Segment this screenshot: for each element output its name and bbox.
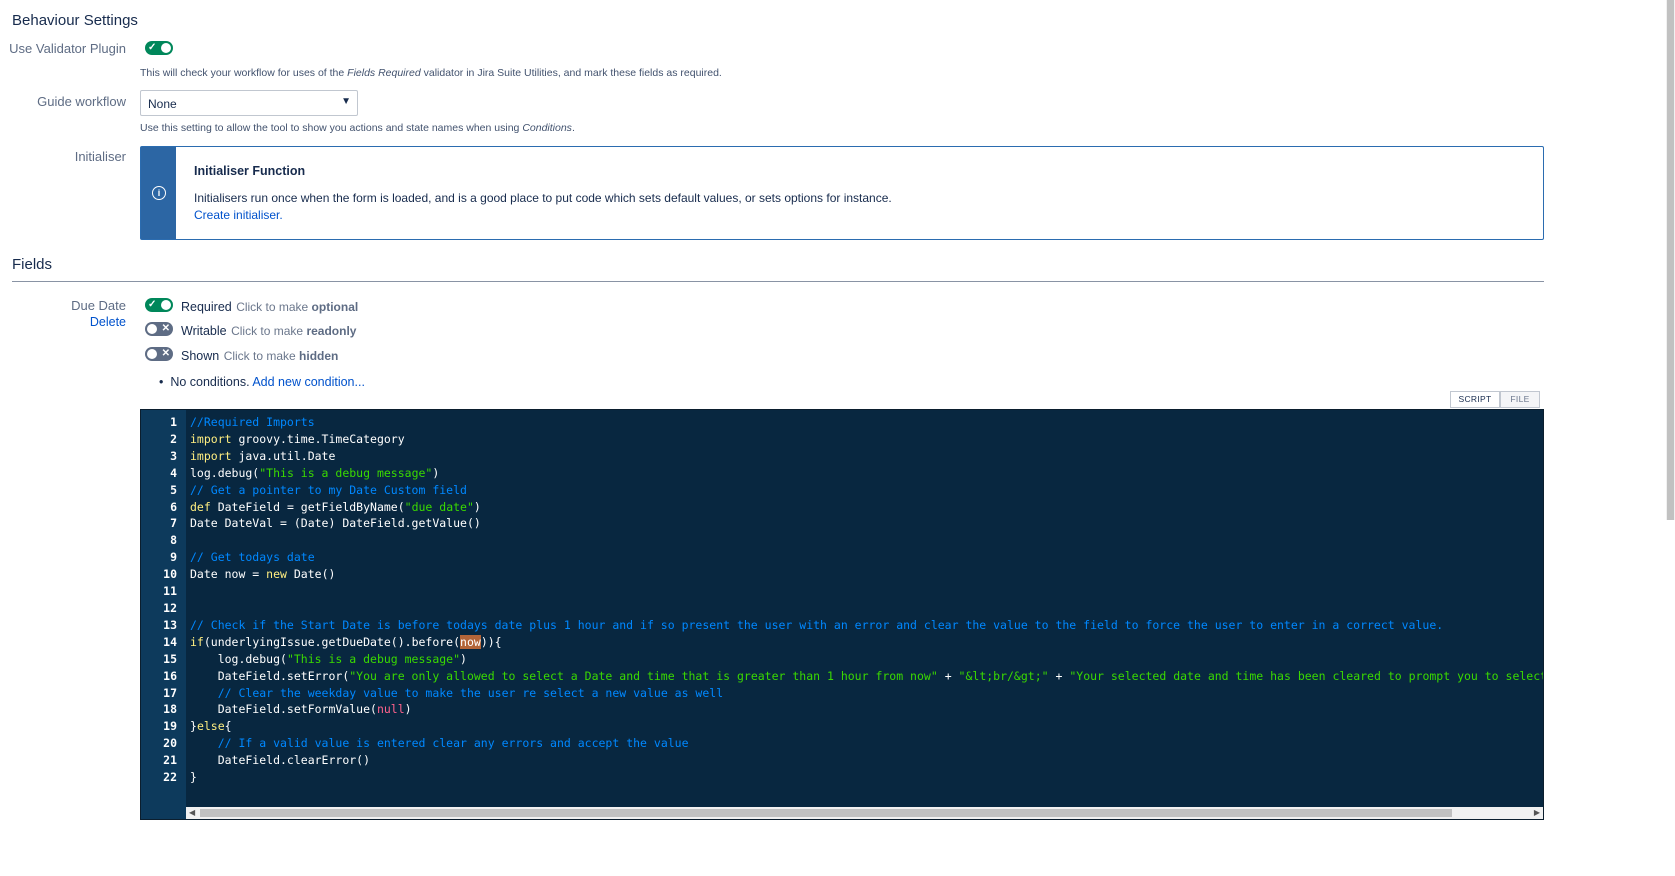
writable-toggle[interactable]: ✕ [145, 322, 173, 336]
validator-description: This will check your workflow for uses o… [140, 67, 722, 79]
line-number: 3 [170, 448, 177, 463]
check-icon: ✓ [148, 299, 157, 310]
tab-script[interactable]: SCRIPT [1450, 391, 1500, 408]
no-conditions-text: No conditions. [170, 375, 250, 389]
shown-toggle[interactable]: ✕ [145, 347, 173, 361]
line-number: 5 [170, 482, 177, 497]
guide-workflow-value: None [148, 97, 177, 111]
initialiser-text: Initialisers run once when the form is l… [194, 191, 892, 205]
line-number: 8 [170, 533, 177, 548]
cross-icon: ✕ [161, 348, 170, 359]
fields-divider [12, 281, 1544, 282]
required-toggle[interactable]: ✓ [145, 298, 173, 312]
editor-horizontal-scrollbar[interactable]: ◀ ▶ [186, 807, 1543, 819]
line-number: 17 [163, 685, 177, 700]
writable-hint: Click to make readonly [231, 324, 357, 338]
line-number: 12 [163, 600, 177, 615]
line-number: 19 [163, 719, 177, 734]
conditions-list: • No conditions. Add new condition... [159, 375, 365, 389]
dropdown-arrow-icon: ▼ [341, 96, 351, 107]
line-number: 20 [163, 736, 177, 751]
guide-workflow-description: Use this setting to allow the tool to sh… [140, 122, 575, 134]
line-number: 22 [163, 770, 177, 785]
scroll-left-icon[interactable]: ◀ [189, 807, 195, 819]
behaviour-settings-heading: Behaviour Settings [12, 12, 138, 29]
initialiser-title: Initialiser Function [194, 164, 306, 178]
validator-toggle[interactable]: ✓ [145, 41, 173, 55]
editor-gutter: 1 2 3 4 5 6 7 8 9 10 11 12 13 14 15 16 17 18 19 20 21 22 [141, 410, 186, 819]
cross-icon: ✕ [161, 323, 170, 334]
line-number: 4 [170, 465, 177, 480]
fields-heading: Fields [12, 256, 53, 273]
tab-file[interactable]: FILE [1500, 391, 1540, 408]
field-name: Due Date [71, 298, 126, 313]
required-label: Required [181, 300, 232, 314]
shown-hint: Click to make hidden [223, 349, 339, 363]
writable-label: Writable [181, 324, 227, 338]
line-number: 1 [170, 415, 177, 429]
line-number: 16 [163, 668, 177, 683]
required-hint: Click to make optional [236, 300, 359, 314]
writable-row[interactable]: Writable Click to make readonly [181, 322, 356, 340]
line-number: 21 [163, 753, 177, 768]
line-number: 18 [163, 702, 177, 717]
info-icon: i [152, 186, 166, 200]
shown-row[interactable]: Shown Click to make hidden [181, 347, 338, 365]
line-number: 13 [163, 617, 177, 632]
shown-label: Shown [181, 349, 220, 363]
initialiser-panel: i Initialiser Function Initialisers run … [140, 146, 1544, 240]
validator-label: Use Validator Plugin [9, 41, 126, 56]
scroll-right-icon[interactable]: ▶ [1534, 807, 1540, 819]
line-number: 15 [163, 651, 177, 666]
line-number: 10 [163, 567, 177, 582]
create-initialiser-link[interactable]: Create initialiser. [194, 208, 283, 222]
line-numbers: 1 2 3 4 5 6 7 8 9 10 11 12 13 14 15 16 17 18 19 20 21 22 [141, 414, 177, 786]
script-editor[interactable]: 1 2 3 4 5 6 7 8 9 10 11 12 13 14 15 16 17 18 19 20 21 22 //Re… [140, 409, 1544, 820]
line-number: 2 [170, 431, 177, 446]
code-content[interactable]: //Required Imports import groovy.time.Ti… [190, 414, 1543, 786]
line-number: 11 [163, 584, 177, 599]
guide-workflow-select[interactable]: None ▼ [140, 90, 358, 116]
delete-field-link[interactable]: Delete [4, 315, 126, 329]
add-condition-link[interactable]: Add new condition... [252, 375, 365, 389]
guide-workflow-label: Guide workflow [37, 94, 126, 109]
line-number: 6 [170, 499, 177, 514]
line-number: 14 [163, 634, 177, 649]
check-icon: ✓ [148, 42, 157, 53]
line-number: 9 [170, 550, 177, 565]
page-vertical-scrollbar[interactable] [1666, 0, 1675, 520]
required-row[interactable]: Required Click to make optional [181, 298, 358, 316]
initialiser-label: Initialiser [74, 149, 126, 164]
line-number: 7 [170, 516, 177, 531]
